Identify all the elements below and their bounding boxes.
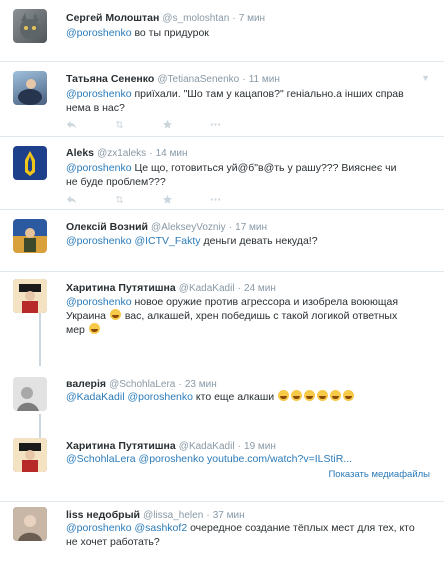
avatar[interactable] bbox=[13, 71, 47, 105]
joy-emoji-icon bbox=[291, 390, 303, 401]
retweet-icon[interactable] bbox=[114, 194, 125, 208]
tweet-item[interactable]: Татьяна Сененко @TetianaSenenko · 11 мин… bbox=[0, 62, 444, 137]
mention-link[interactable]: @ICTV_Fakty bbox=[134, 235, 200, 247]
favorite-icon[interactable] bbox=[162, 194, 173, 208]
tweet-item[interactable]: Сергей Молоштан @s_moloshtan · 7 мин @po… bbox=[0, 0, 444, 62]
mention-link[interactable]: @poroshenko bbox=[139, 453, 205, 465]
avatar[interactable] bbox=[13, 377, 47, 411]
tweet-time[interactable]: 24 мин bbox=[244, 283, 276, 294]
author-name[interactable]: Харитина Путятишна bbox=[66, 282, 176, 294]
avatar[interactable] bbox=[13, 507, 47, 541]
mention-link[interactable]: @poroshenko bbox=[66, 296, 132, 308]
mention-link[interactable]: @poroshenko bbox=[66, 522, 132, 534]
avatar[interactable] bbox=[13, 146, 47, 180]
avatar[interactable] bbox=[13, 219, 47, 253]
joy-emoji-icon bbox=[304, 390, 316, 401]
author-name[interactable]: Татьяна Сененко bbox=[66, 73, 154, 85]
joy-emoji-icon bbox=[278, 390, 290, 401]
author-handle[interactable]: @SchohlaLera bbox=[109, 379, 175, 390]
show-media-link[interactable]: Показать медиафайлы bbox=[328, 469, 430, 480]
tweet-item[interactable]: Олексій Возний @AlekseyVozniy · 17 мин @… bbox=[0, 210, 444, 272]
tweet-feed: Сергей Молоштан @s_moloshtan · 7 мин @po… bbox=[0, 0, 444, 573]
avatar[interactable] bbox=[13, 9, 47, 43]
separator: · bbox=[206, 510, 210, 521]
joy-emoji-icon bbox=[109, 309, 121, 320]
tweet-text: @poroshenko во ты придурок bbox=[66, 27, 209, 39]
mention-link[interactable]: @sashkof2 bbox=[134, 522, 187, 534]
tweet-item[interactable]: валерія @SchohlaLera · 23 мин @KadaKadil… bbox=[0, 370, 444, 430]
author-name[interactable]: Сергей Молоштан bbox=[66, 12, 159, 24]
more-icon[interactable] bbox=[210, 194, 221, 208]
separator: · bbox=[242, 74, 246, 85]
author-handle[interactable]: @lissa_helen bbox=[143, 510, 203, 521]
mention-link[interactable]: @poroshenko bbox=[66, 235, 132, 247]
tweet-time[interactable]: 17 мин bbox=[235, 222, 267, 233]
author-handle[interactable]: @KadaKadil bbox=[179, 283, 235, 294]
author-name[interactable]: Олексій Возний bbox=[66, 221, 148, 233]
avatar[interactable] bbox=[13, 438, 47, 472]
reply-icon[interactable] bbox=[66, 194, 77, 208]
mention-link[interactable]: @poroshenko bbox=[66, 27, 132, 39]
author-handle[interactable]: @s_moloshtan bbox=[162, 13, 229, 24]
more-icon[interactable] bbox=[210, 119, 221, 133]
mention-link[interactable]: @KadaKadil bbox=[66, 391, 125, 403]
mention-link[interactable]: @SchohlaLera bbox=[66, 453, 136, 465]
tweet-time[interactable]: 11 мин bbox=[249, 74, 280, 85]
mention-link[interactable]: @poroshenko bbox=[66, 162, 132, 174]
joy-emoji-icon bbox=[330, 390, 342, 401]
url-link[interactable]: youtube.com/watch?v=ILStiR... bbox=[207, 453, 352, 465]
tweet-text: @poroshenko @sashkof2 очередное создание… bbox=[66, 522, 415, 548]
author-handle[interactable]: @AlekseyVozniy bbox=[151, 222, 226, 233]
author-handle[interactable]: @zx1aleks bbox=[97, 148, 146, 159]
tweet-text: @SchohlaLera @poroshenko youtube.com/wat… bbox=[66, 452, 426, 466]
separator: · bbox=[237, 283, 241, 294]
tweet-item[interactable]: Aleks @zx1aleks · 14 мин @poroshenko Це … bbox=[0, 137, 444, 210]
tweet-time[interactable]: 37 мин bbox=[213, 510, 245, 521]
author-handle[interactable]: @KadaKadil bbox=[179, 441, 235, 452]
mention-link[interactable]: @poroshenko bbox=[127, 391, 193, 403]
joy-emoji-icon bbox=[88, 323, 100, 334]
author-handle[interactable]: @TetianaSenenko bbox=[157, 74, 239, 85]
tweet-text: @poroshenko Це що, готовиться уй@б"в@ть … bbox=[66, 162, 397, 188]
tweet-time[interactable]: 19 мин bbox=[244, 441, 276, 452]
tweet-time[interactable]: 23 мин bbox=[185, 379, 217, 390]
tweet-text: @poroshenko @ICTV_Fakty деньги девать не… bbox=[66, 235, 318, 247]
tweet-text: @poroshenko новое оружие против агрессор… bbox=[66, 296, 399, 336]
tweet-item[interactable]: Харитина Путятишна @KadaKadil · 24 мин @… bbox=[0, 272, 444, 370]
chevron-down-icon[interactable]: ▼ bbox=[421, 73, 430, 83]
tweet-text: @poroshenko приїхали. "Шо там у кацапов?… bbox=[66, 88, 404, 114]
mention-link[interactable]: @poroshenko bbox=[66, 88, 132, 100]
avatar[interactable] bbox=[13, 279, 47, 313]
tweet-actions bbox=[66, 194, 255, 206]
separator: · bbox=[232, 13, 236, 24]
tweet-time[interactable]: 7 мин bbox=[239, 13, 265, 24]
tweet-actions bbox=[66, 119, 255, 131]
separator: · bbox=[149, 148, 153, 159]
favorite-icon[interactable] bbox=[162, 119, 173, 133]
tweet-time[interactable]: 14 мин bbox=[156, 148, 188, 159]
separator: · bbox=[237, 441, 241, 452]
tweet-item[interactable]: liss недобрый @lissa_helen · 37 мин @por… bbox=[0, 502, 444, 573]
joy-emoji-icon bbox=[343, 390, 355, 401]
tweet-text: @KadaKadil @poroshenko кто еще алкаши bbox=[66, 390, 426, 404]
author-name[interactable]: liss недобрый bbox=[66, 509, 140, 521]
reply-icon[interactable] bbox=[66, 119, 77, 133]
retweet-icon[interactable] bbox=[114, 119, 125, 133]
tweet-item[interactable]: Харитина Путятишна @KadaKadil · 19 мин @… bbox=[0, 432, 444, 502]
separator: · bbox=[178, 379, 182, 390]
author-name[interactable]: Харитина Путятишна bbox=[66, 440, 176, 452]
author-name[interactable]: Aleks bbox=[66, 147, 94, 159]
separator: · bbox=[228, 222, 233, 233]
joy-emoji-icon bbox=[317, 390, 329, 401]
author-name[interactable]: валерія bbox=[66, 378, 106, 390]
